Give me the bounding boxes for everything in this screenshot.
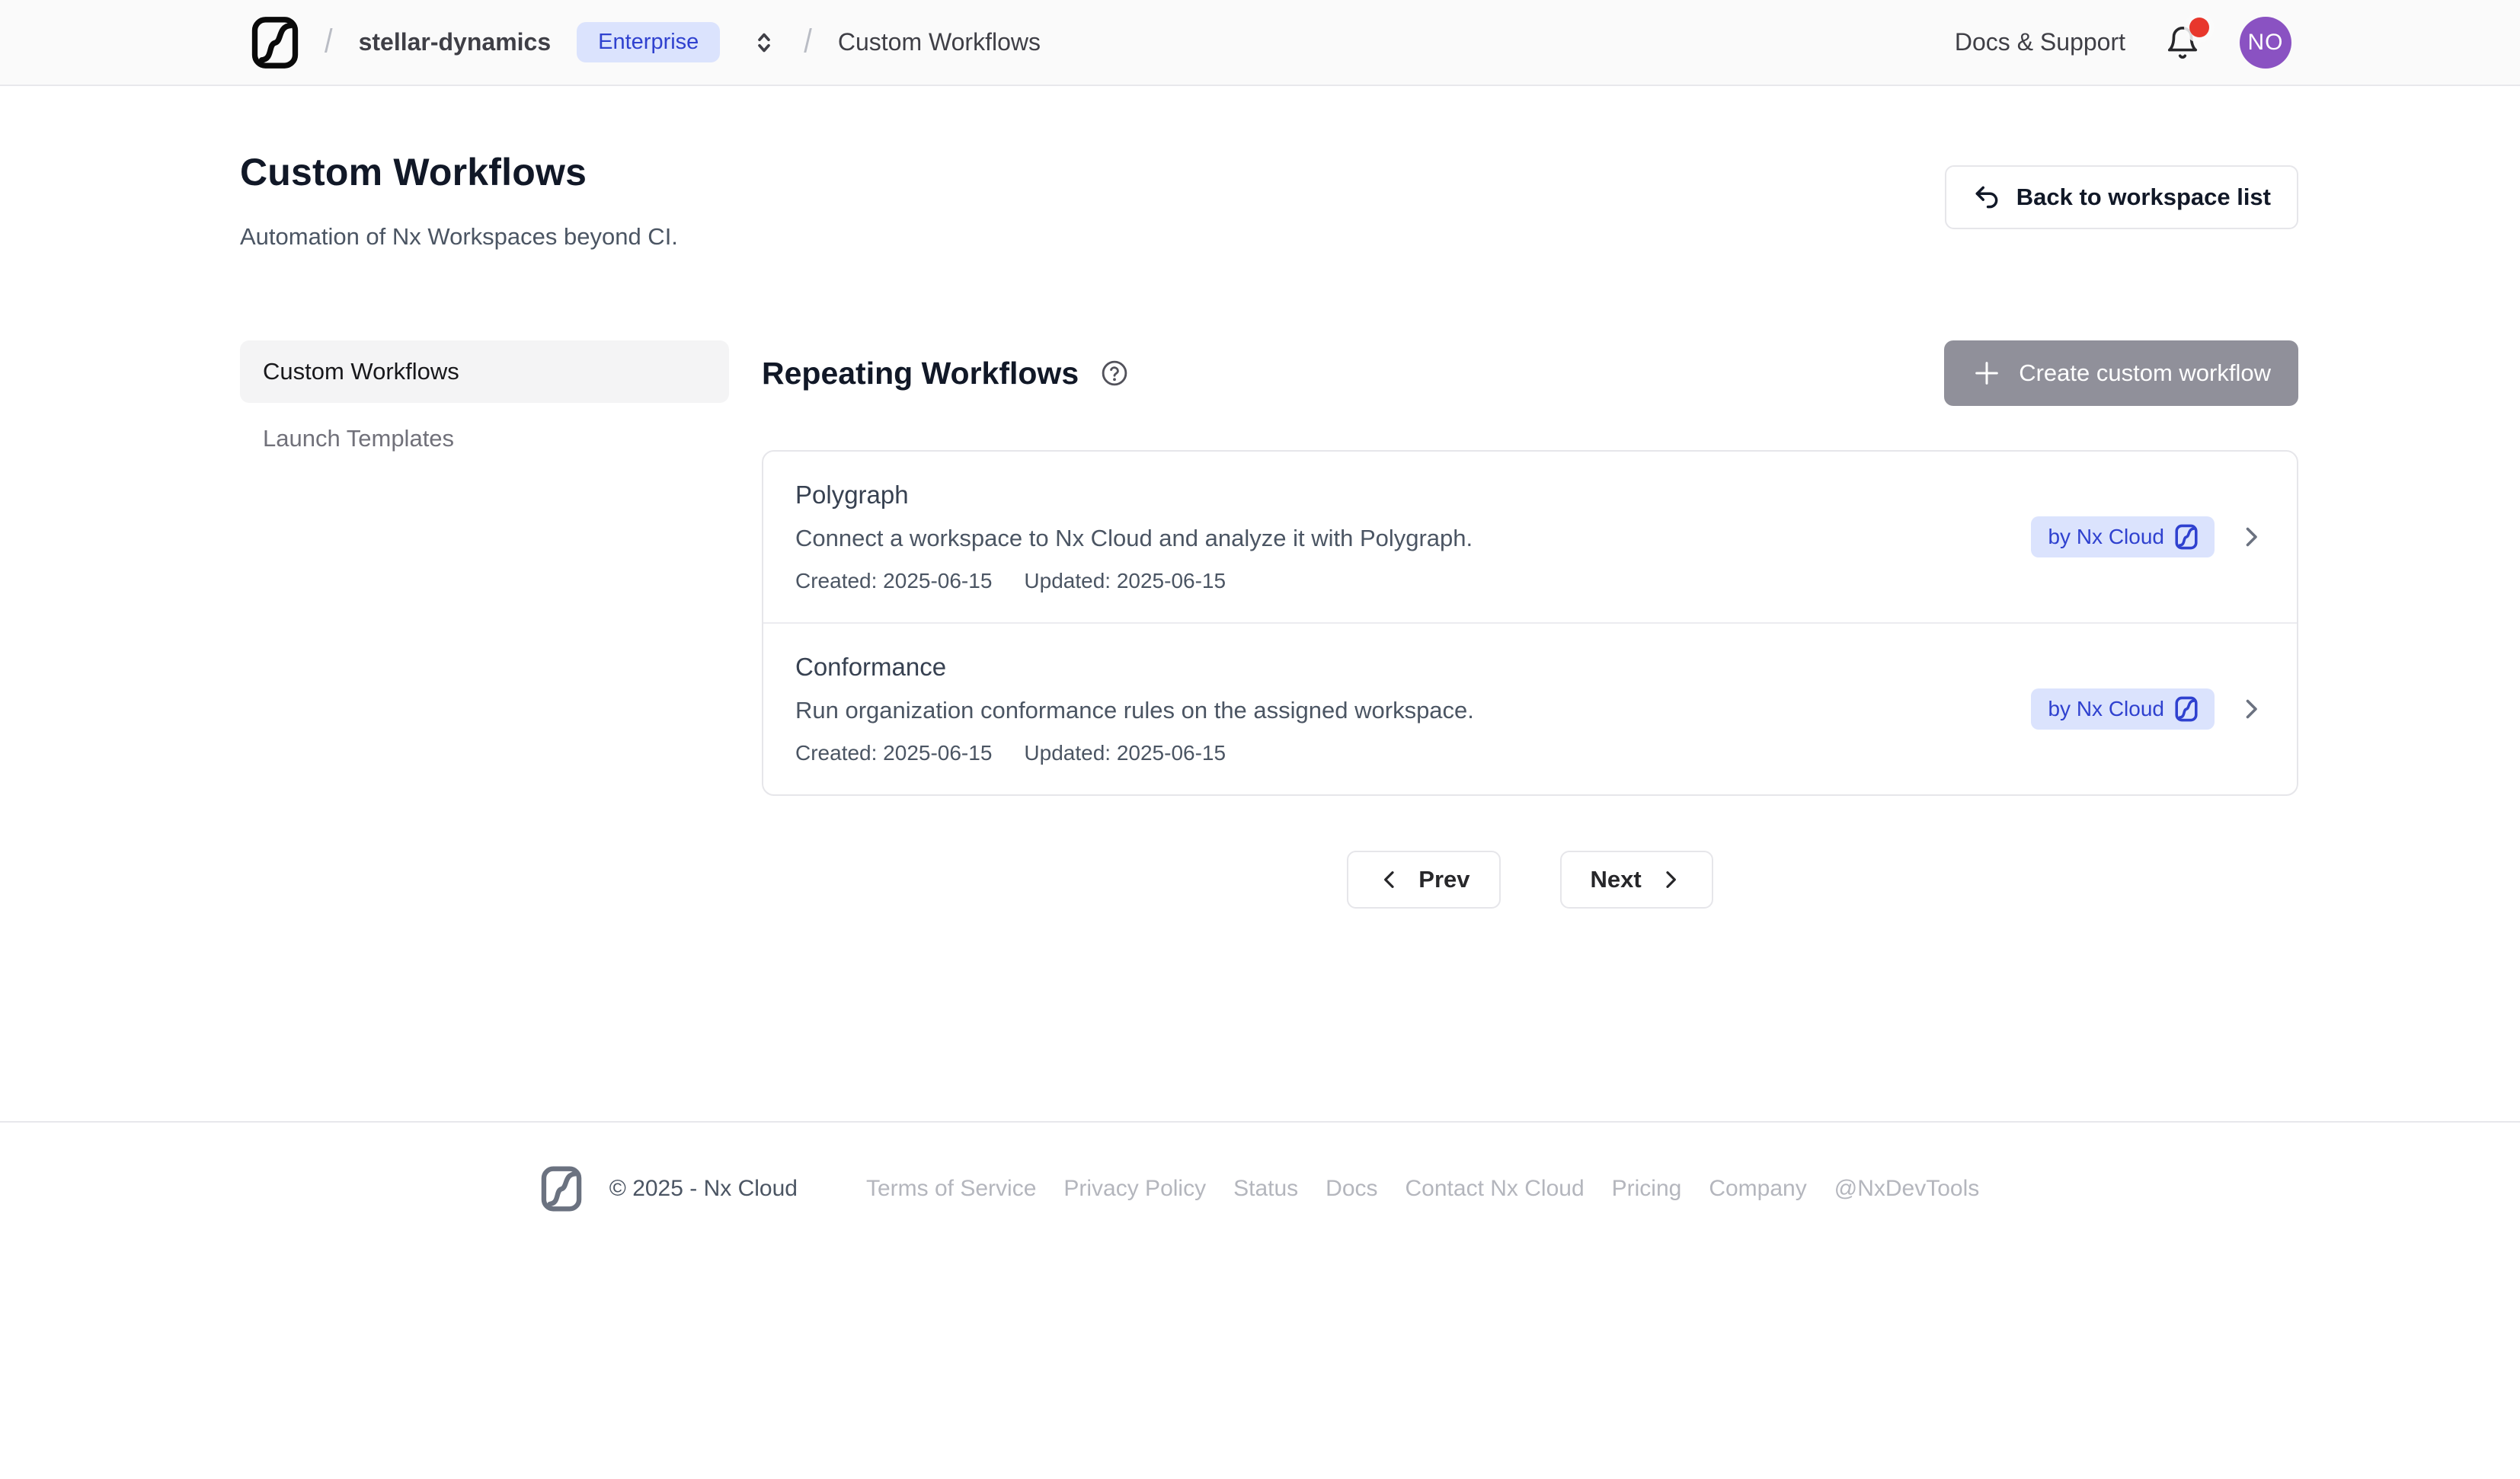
back-to-workspace-list-button[interactable]: Back to workspace list — [1945, 165, 2298, 229]
page-header: Custom Workflows Automation of Nx Worksp… — [240, 150, 2298, 251]
by-nx-cloud-badge[interactable]: by Nx Cloud — [2031, 688, 2215, 730]
prev-page-button[interactable]: Prev — [1347, 851, 1500, 909]
page-subtitle: Automation of Nx Workspaces beyond CI. — [240, 223, 678, 251]
workflow-title: Polygraph — [795, 481, 2031, 510]
footer-link-company[interactable]: Company — [1709, 1176, 1806, 1202]
chevron-right-icon[interactable] — [2237, 695, 2265, 723]
plus-icon — [1972, 358, 2002, 388]
help-icon[interactable] — [1100, 359, 1129, 388]
nx-logo-icon — [2175, 696, 2198, 722]
workflow-description: Run organization conformance rules on th… — [795, 697, 2031, 724]
main-content: Custom Workflows Automation of Nx Worksp… — [0, 86, 2520, 1121]
sidebar: Custom Workflows Launch Templates — [240, 340, 729, 909]
back-button-label: Back to workspace list — [2016, 184, 2271, 211]
footer: © 2025 - Nx Cloud Terms of Service Priva… — [0, 1121, 2520, 1212]
nx-logo-icon — [2175, 524, 2198, 550]
by-nx-cloud-badge[interactable]: by Nx Cloud — [2031, 516, 2215, 557]
section-title: Repeating Workflows — [762, 356, 1079, 391]
footer-link-contact[interactable]: Contact Nx Cloud — [1406, 1176, 1585, 1202]
workflow-description: Connect a workspace to Nx Cloud and anal… — [795, 525, 2031, 552]
workflow-row-actions: by Nx Cloud — [2031, 516, 2265, 557]
docs-support-link[interactable]: Docs & Support — [1955, 28, 2125, 56]
header-actions: Docs & Support NO — [1955, 17, 2291, 69]
workflow-meta: Created: 2025-06-15 Updated: 2025-06-15 — [795, 741, 2031, 765]
workflow-info: Polygraph Connect a workspace to Nx Clou… — [795, 481, 2031, 593]
workflow-created: Created: 2025-06-15 — [795, 569, 992, 593]
prev-label: Prev — [1418, 866, 1469, 893]
breadcrumb-current-page: Custom Workflows — [838, 28, 1041, 56]
badge-label: by Nx Cloud — [2048, 697, 2164, 721]
footer-link-pricing[interactable]: Pricing — [1612, 1176, 1682, 1202]
workflow-list: Polygraph Connect a workspace to Nx Clou… — [762, 450, 2298, 796]
sidebar-item-launch-templates[interactable]: Launch Templates — [240, 407, 729, 470]
workflow-updated: Updated: 2025-06-15 — [1024, 569, 1226, 593]
avatar[interactable]: NO — [2240, 17, 2291, 69]
nx-cloud-footer-logo-icon — [541, 1165, 582, 1212]
breadcrumb-separator: / — [804, 24, 812, 61]
undo-arrow-icon — [1972, 183, 2001, 212]
sidebar-item-label: Custom Workflows — [263, 358, 459, 385]
workspace-switcher-icon[interactable] — [750, 29, 778, 56]
footer-link-docs[interactable]: Docs — [1326, 1176, 1377, 1202]
workflow-row-polygraph[interactable]: Polygraph Connect a workspace to Nx Clou… — [763, 452, 2297, 622]
notifications-button[interactable] — [2165, 24, 2200, 62]
next-label: Next — [1591, 866, 1642, 893]
footer-link-nxdevtools[interactable]: @NxDevTools — [1834, 1176, 1980, 1202]
footer-link-status[interactable]: Status — [1233, 1176, 1298, 1202]
create-custom-workflow-button[interactable]: Create custom workflow — [1944, 340, 2298, 406]
page-title: Custom Workflows — [240, 150, 678, 194]
plan-badge: Enterprise — [577, 22, 720, 62]
top-navigation-bar: / stellar-dynamics Enterprise / Custom W… — [0, 0, 2520, 86]
workflow-row-actions: by Nx Cloud — [2031, 688, 2265, 730]
footer-link-terms[interactable]: Terms of Service — [866, 1176, 1036, 1202]
create-button-label: Create custom workflow — [2019, 359, 2271, 387]
workflow-info: Conformance Run organization conformance… — [795, 653, 2031, 765]
pagination: Prev Next — [762, 851, 2298, 909]
workflow-meta: Created: 2025-06-15 Updated: 2025-06-15 — [795, 569, 2031, 593]
badge-label: by Nx Cloud — [2048, 525, 2164, 549]
notification-dot — [2189, 18, 2209, 37]
nx-cloud-logo-icon[interactable] — [251, 14, 299, 71]
next-page-button[interactable]: Next — [1560, 851, 1713, 909]
copyright-text: © 2025 - Nx Cloud — [609, 1176, 798, 1202]
chevron-right-icon[interactable] — [2237, 523, 2265, 551]
footer-links: Terms of Service Privacy Policy Status D… — [866, 1176, 1979, 1202]
footer-link-privacy[interactable]: Privacy Policy — [1063, 1176, 1206, 1202]
workspace-name[interactable]: stellar-dynamics — [359, 28, 552, 56]
sidebar-item-custom-workflows[interactable]: Custom Workflows — [240, 340, 729, 403]
repeating-workflows-section: Repeating Workflows Create custom workfl… — [762, 340, 2298, 909]
chevron-left-icon — [1377, 867, 1402, 892]
workflow-updated: Updated: 2025-06-15 — [1024, 741, 1226, 765]
page-header-text: Custom Workflows Automation of Nx Worksp… — [240, 150, 678, 251]
workflow-row-conformance[interactable]: Conformance Run organization conformance… — [763, 622, 2297, 794]
workflow-created: Created: 2025-06-15 — [795, 741, 992, 765]
breadcrumb: / stellar-dynamics Enterprise / Custom W… — [251, 14, 1041, 71]
workflow-title: Conformance — [795, 653, 2031, 682]
sidebar-item-label: Launch Templates — [263, 425, 454, 452]
breadcrumb-separator: / — [325, 24, 333, 61]
chevron-right-icon — [1658, 867, 1683, 892]
